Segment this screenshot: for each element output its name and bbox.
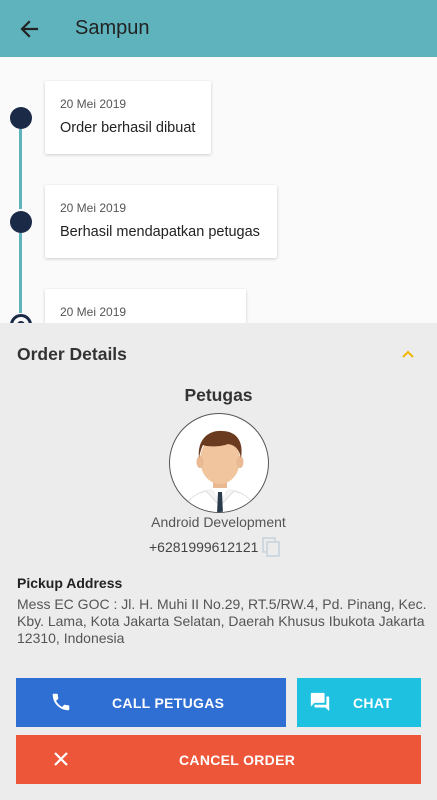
petugas-name: Android Development: [151, 514, 286, 530]
timeline-connector: [19, 233, 22, 313]
timeline-dot: [10, 211, 32, 233]
timeline-date: 20 Mei 2019: [60, 97, 127, 111]
pickup-address-value: Mess EC GOC : Jl. H. Muhi II No.29, RT.5…: [17, 596, 427, 646]
timeline-date: 20 Mei 2019: [60, 305, 127, 319]
chat-icon: [309, 691, 331, 713]
chat-button[interactable]: CHAT: [297, 678, 421, 727]
timeline-card: 20 Mei 2019 Order berhasil dibuat: [45, 81, 211, 154]
petugas-avatar: [169, 413, 269, 513]
petugas-heading: Petugas: [184, 385, 253, 405]
pickup-address-label: Pickup Address: [17, 575, 123, 591]
cancel-order-button[interactable]: CANCEL ORDER: [16, 735, 421, 784]
petugas-phone: +6281999612121: [149, 539, 259, 555]
page-title: Sampun: [75, 17, 150, 39]
order-details-sheet: Order Details Petugas Android Developmen…: [0, 323, 437, 800]
chevron-up-icon[interactable]: [400, 347, 416, 359]
app-bar: Sampun: [0, 0, 437, 57]
close-icon: [50, 748, 72, 770]
timeline-message: Berhasil mendapatkan petugas: [60, 224, 260, 240]
timeline-date: 20 Mei 2019: [60, 201, 127, 215]
timeline-dot-current: [10, 314, 32, 323]
timeline-card: 20 Mei 2019: [45, 289, 246, 323]
copy-icon[interactable]: [260, 536, 282, 558]
timeline-message: Order berhasil dibuat: [60, 120, 196, 136]
order-details-title: Order Details: [17, 344, 127, 364]
call-petugas-label: CALL PETUGAS: [112, 695, 225, 711]
call-petugas-button[interactable]: CALL PETUGAS: [16, 678, 286, 727]
timeline-dot: [10, 107, 32, 129]
order-timeline: 20 Mei 2019 Order berhasil dibuat 20 Mei…: [0, 57, 437, 323]
phone-icon: [50, 691, 72, 713]
timeline-connector: [19, 129, 22, 209]
timeline-card: 20 Mei 2019 Berhasil mendapatkan petugas: [45, 185, 277, 258]
arrow-back-icon[interactable]: [16, 16, 42, 42]
petugas-phone-row: +6281999612121: [149, 536, 282, 558]
chat-label: CHAT: [353, 695, 393, 711]
cancel-order-label: CANCEL ORDER: [179, 752, 296, 768]
